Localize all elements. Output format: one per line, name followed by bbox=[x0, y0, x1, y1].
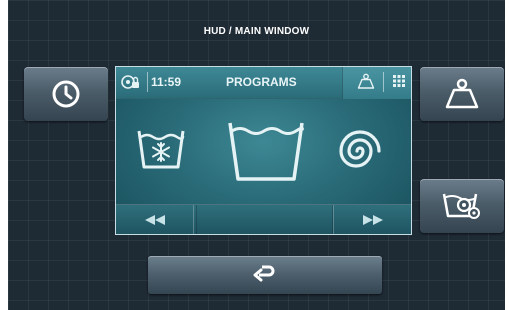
next-button[interactable] bbox=[333, 205, 411, 234]
wash-tub-icon[interactable] bbox=[226, 117, 306, 185]
program-indicator bbox=[196, 205, 333, 234]
separator bbox=[383, 72, 384, 92]
screen-footer bbox=[116, 204, 411, 234]
main-window: HUD / MAIN WINDOW 11:59 PROGRAMS bbox=[8, 0, 505, 310]
fast-forward-icon bbox=[362, 215, 383, 225]
cold-wash-icon[interactable] bbox=[136, 121, 186, 173]
wash-settings-icon bbox=[442, 193, 480, 219]
timer-button[interactable] bbox=[24, 67, 108, 121]
spin-icon[interactable] bbox=[332, 125, 388, 177]
program-screen: 11:59 PROGRAMS bbox=[115, 66, 412, 235]
grid-icon[interactable] bbox=[393, 75, 405, 87]
prev-button[interactable] bbox=[116, 205, 194, 234]
weight-button[interactable] bbox=[420, 67, 504, 121]
back-button[interactable] bbox=[148, 256, 382, 294]
wash-settings-button[interactable] bbox=[420, 179, 504, 233]
clock-icon bbox=[52, 80, 80, 108]
weight-icon bbox=[445, 78, 479, 109]
screen-header: 11:59 PROGRAMS bbox=[116, 67, 411, 99]
lock-icon[interactable] bbox=[120, 73, 140, 91]
screen-title: PROGRAMS bbox=[226, 75, 297, 89]
rewind-icon bbox=[144, 215, 165, 225]
page-title: HUD / MAIN WINDOW bbox=[203, 26, 310, 37]
screen-tools bbox=[342, 67, 411, 99]
weight-icon[interactable] bbox=[357, 73, 375, 89]
separator bbox=[147, 72, 148, 92]
back-arrow-icon bbox=[253, 265, 275, 282]
clock-time: 11:59 bbox=[151, 75, 182, 89]
